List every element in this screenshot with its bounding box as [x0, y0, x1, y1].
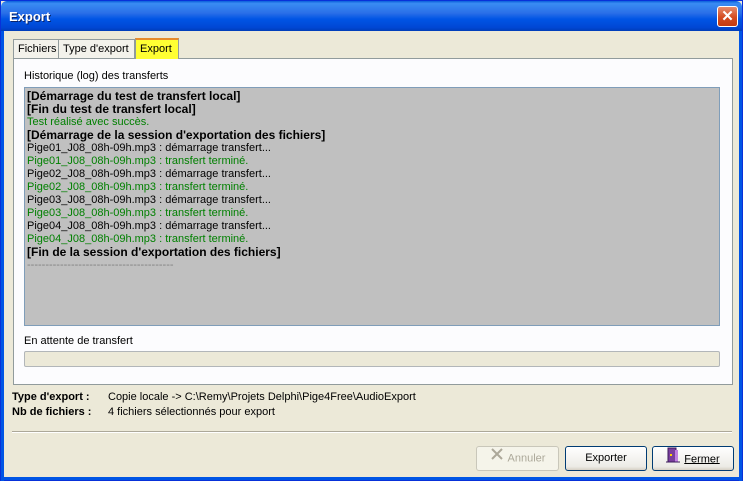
window-frame-left — [1, 31, 4, 481]
window-title: Export — [9, 9, 51, 24]
export-button-label: Exporter — [585, 452, 627, 464]
title-bar[interactable]: Export ✕ — [1, 1, 742, 31]
log-line: Pige03_J08_08h-09h.mp3 : transfert termi… — [27, 207, 249, 219]
tab-export[interactable]: Export — [135, 38, 179, 59]
export-type-value: Copie locale -> C:\Remy\Projets Delphi\P… — [108, 391, 416, 403]
export-window: Export ✕ Fichiers Type d'export Export H… — [0, 0, 743, 481]
file-count-label: Nb de fichiers : — [12, 406, 92, 418]
close-window-button[interactable]: ✕ — [717, 6, 738, 27]
log-line: Pige01_J08_08h-09h.mp3 : démarrage trans… — [27, 142, 271, 154]
door-exit-icon — [666, 447, 681, 472]
close-button[interactable]: Fermer — [652, 446, 734, 471]
export-button[interactable]: Exporter — [565, 446, 647, 471]
transfer-log[interactable]: [Démarrage du test de transfert local] [F… — [24, 87, 720, 326]
log-line: Pige02_J08_08h-09h.mp3 : démarrage trans… — [27, 168, 271, 180]
log-line: [Fin de la session d'exportation des fic… — [27, 245, 281, 259]
close-button-label: Fermer — [684, 453, 720, 466]
divider — [12, 431, 732, 433]
cancel-button-label: Annuler — [507, 452, 546, 465]
log-label: Historique (log) des transferts — [24, 70, 169, 82]
file-count-value: 4 fichiers sélectionnés pour export — [108, 406, 275, 418]
transfer-progress-bar — [24, 351, 720, 367]
export-type-label: Type d'export : — [12, 391, 90, 403]
status-text: En attente de transfert — [24, 335, 133, 347]
log-line: Pige03_J08_08h-09h.mp3 : démarrage trans… — [27, 194, 271, 206]
window-frame-bottom — [1, 477, 742, 480]
log-line: [Démarrage de la session d'exportation d… — [27, 128, 326, 142]
tab-fichiers[interactable]: Fichiers — [13, 39, 59, 59]
window-frame-right — [739, 31, 742, 481]
log-line: Pige02_J08_08h-09h.mp3 : transfert termi… — [27, 181, 249, 193]
cancel-button[interactable]: Annuler — [476, 446, 559, 471]
log-line: Pige01_J08_08h-09h.mp3 : transfert termi… — [27, 155, 249, 167]
tab-type-export[interactable]: Type d'export — [58, 39, 135, 59]
cancel-x-icon — [490, 447, 504, 470]
log-line: ---------------------------------------- — [27, 259, 174, 271]
log-line: [Fin du test de transfert local] — [27, 102, 196, 116]
log-line: Pige04_J08_08h-09h.mp3 : démarrage trans… — [27, 220, 271, 232]
close-icon: ✕ — [721, 8, 734, 25]
